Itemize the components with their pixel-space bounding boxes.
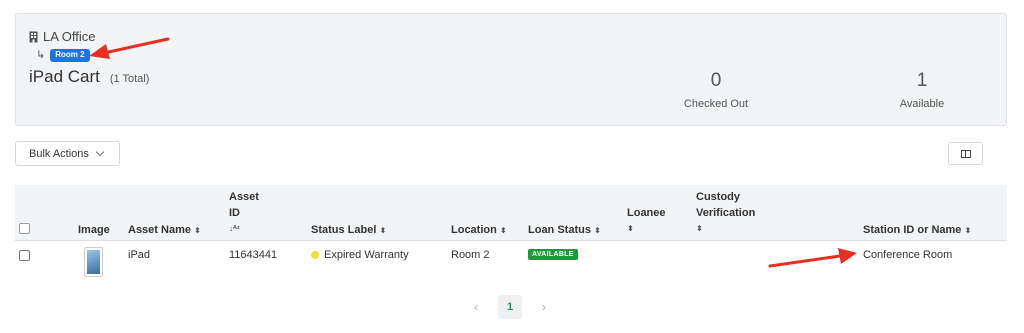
column-header-location[interactable]: Location ⬍ <box>451 222 507 239</box>
column-header-station[interactable]: Station ID or Name ⬍ <box>863 222 971 239</box>
cell-status-label: Expired Warranty <box>311 249 409 261</box>
available-label: Available <box>899 98 945 110</box>
sort-icon: ⬍ <box>696 224 703 233</box>
pagination: ‹ 1 › <box>466 295 554 319</box>
column-settings-button[interactable] <box>948 142 983 165</box>
sort-icon: ⬍ <box>499 226 507 235</box>
column-header-asset-name[interactable]: Asset Name ⬍ <box>128 222 201 239</box>
cell-location: Room 2 <box>451 249 490 261</box>
sublocation-arrow-icon: ↳ <box>36 48 46 61</box>
column-header-image[interactable]: Image <box>78 222 110 238</box>
column-header-loan-status[interactable]: Loan Status ⬍ <box>528 222 601 239</box>
status-label-text: Expired Warranty <box>324 249 409 261</box>
column-header-loanee-label: Loanee <box>627 207 666 219</box>
column-header-location-label: Location <box>451 224 497 236</box>
column-header-asset-name-label: Asset Name <box>128 224 191 236</box>
available-value: 1 <box>916 70 928 91</box>
column-header-loan-status-label: Loan Status <box>528 224 591 236</box>
column-header-custody-verification[interactable]: Custody Verification ⬍ <box>696 189 755 237</box>
sort-icon: ⬍ <box>194 226 201 235</box>
title-row: iPad Cart (1 Total) <box>29 67 149 87</box>
ipad-image <box>87 250 100 274</box>
cell-asset-id: 11643441 <box>229 249 278 261</box>
building-icon <box>29 31 38 42</box>
page-title: iPad Cart <box>29 67 100 86</box>
checked-out-label: Checked Out <box>683 98 749 110</box>
checked-out-value: 0 <box>710 70 722 91</box>
stat-available: 1 Available <box>862 69 982 110</box>
location-breadcrumb: LA Office <box>29 29 96 44</box>
columns-icon <box>960 149 971 158</box>
next-page-button[interactable]: › <box>534 300 554 314</box>
column-header-image-label: Image <box>78 224 110 236</box>
chevron-down-icon <box>95 147 105 157</box>
page-1-button[interactable]: 1 <box>498 295 522 319</box>
sort-icon: ⬍ <box>594 226 601 235</box>
location-header-panel: LA Office ↳ Room 2 iPad Cart (1 Total) 0… <box>15 13 1007 126</box>
cell-asset-name[interactable]: iPad <box>128 249 150 261</box>
row-checkbox[interactable] <box>19 250 30 261</box>
sublocation-badge[interactable]: Room 2 <box>50 49 90 62</box>
column-header-status-label-text: Status Label <box>311 224 377 236</box>
cell-station: Conference Room <box>863 249 953 261</box>
sort-icon: ⬍ <box>627 224 634 233</box>
column-header-asset-id-line1: Asset <box>229 191 259 203</box>
status-dot-icon <box>311 251 319 259</box>
loan-status-badge: AVAILABLE <box>528 249 578 260</box>
column-header-loanee[interactable]: Loanee ⬍ <box>627 205 666 237</box>
bulk-actions-button[interactable]: Bulk Actions <box>15 141 120 166</box>
sublocation-row: ↳ Room 2 <box>36 49 90 62</box>
bulk-actions-label: Bulk Actions <box>29 147 89 160</box>
sort-icon: ⬍ <box>964 226 972 235</box>
column-header-asset-id-line2: ID <box>229 207 240 219</box>
column-header-station-label: Station ID or Name <box>863 224 962 236</box>
column-header-custody-line2: Verification <box>696 207 756 219</box>
sort-icon: ⬍ <box>379 226 387 235</box>
total-count: (1 Total) <box>109 73 150 85</box>
select-all-checkbox[interactable] <box>19 223 30 234</box>
table-header: Image Asset Name ⬍ Asset ID ↓ᴬᶻ Status L… <box>15 185 1007 241</box>
prev-page-button[interactable]: ‹ <box>466 300 486 314</box>
column-header-custody-line1: Custody <box>696 191 740 203</box>
column-header-status-label[interactable]: Status Label ⬍ <box>311 222 386 239</box>
column-header-asset-id[interactable]: Asset ID ↓ᴬᶻ <box>229 189 259 237</box>
asset-thumbnail[interactable] <box>84 247 103 277</box>
table-row[interactable]: iPad 11643441 Expired Warranty Room 2 AV… <box>15 241 1007 281</box>
sort-az-icon: ↓ᴬᶻ <box>229 224 240 233</box>
stat-checked-out: 0 Checked Out <box>656 69 776 110</box>
location-name[interactable]: LA Office <box>43 29 96 44</box>
